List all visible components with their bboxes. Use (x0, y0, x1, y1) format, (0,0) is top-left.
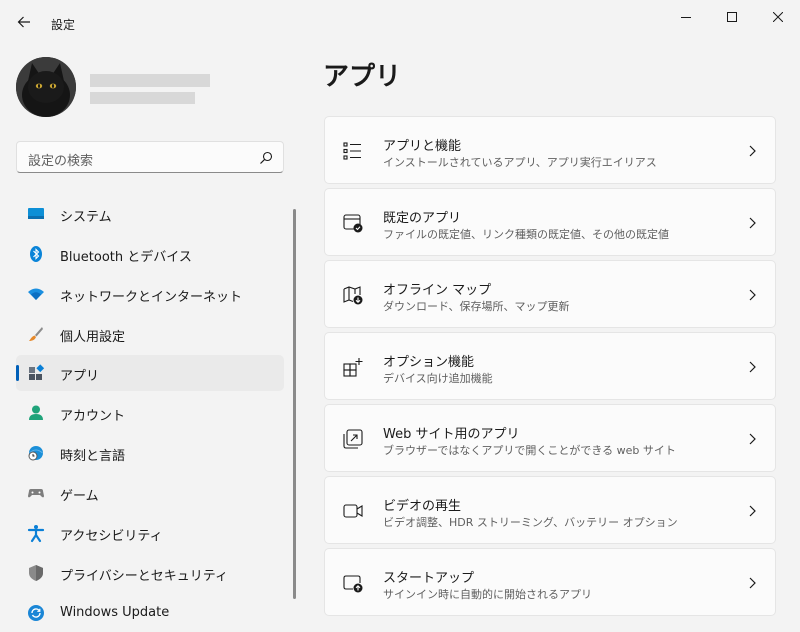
card-default-apps[interactable]: 既定のアプリ ファイルの既定値、リンク種類の既定値、その他の既定値 (324, 188, 776, 256)
sidebar-item-label: 個人用設定 (60, 330, 126, 345)
bluetooth-icon (30, 246, 42, 262)
time-language-icon (28, 446, 43, 461)
card-web-apps[interactable]: Web サイト用のアプリ ブラウザーではなくアプリで開くことができる web サ… (324, 404, 776, 472)
system-icon (28, 208, 44, 219)
selection-indicator (16, 365, 19, 381)
card-startup[interactable]: スタートアップ サインイン時に自動的に開始されるアプリ (324, 548, 776, 616)
gamepad-icon (28, 489, 44, 498)
apps-list-icon (343, 142, 361, 160)
card-title: オフライン マップ (383, 283, 492, 298)
sidebar-item-system[interactable]: システム (16, 196, 284, 232)
sidebar-item-label: 時刻と言語 (60, 449, 126, 464)
card-title: スタートアップ (383, 571, 475, 586)
web-apps-icon (343, 429, 363, 449)
sidebar-item-gaming[interactable]: ゲーム (16, 475, 284, 511)
card-subtitle: ビデオ調整、HDR ストリーミング、バッテリー オプション (383, 516, 678, 529)
sidebar-item-label: システム (60, 210, 112, 225)
sidebar-item-accounts[interactable]: アカウント (16, 395, 284, 431)
card-subtitle: インストールされているアプリ、アプリ実行エイリアス (383, 156, 657, 169)
page-title: アプリ (323, 62, 402, 92)
sidebar-item-accessibility[interactable]: アクセシビリティ (16, 515, 284, 551)
card-title: Web サイト用のアプリ (383, 427, 520, 442)
sidebar-item-privacy[interactable]: プライバシーとセキュリティ (16, 555, 284, 591)
profile-name-redacted (90, 74, 210, 87)
sidebar-item-label: アカウント (60, 409, 126, 424)
sidebar-item-windows-update[interactable]: Windows Update (16, 595, 284, 631)
chevron-right-icon (749, 361, 756, 373)
sidebar-item-label: ネットワークとインターネット (60, 290, 243, 305)
minimize-icon (681, 17, 691, 18)
card-subtitle: ファイルの既定値、リンク種類の既定値、その他の既定値 (383, 228, 669, 241)
search-box[interactable]: 設定の検索 (16, 141, 284, 173)
sidebar-item-label: ゲーム (60, 489, 99, 504)
search-input[interactable]: 設定の検索 (28, 150, 93, 169)
windows-update-icon (28, 605, 44, 621)
card-title: 既定のアプリ (383, 211, 462, 226)
maximize-icon (727, 12, 737, 22)
close-button[interactable] (755, 2, 800, 32)
chevron-right-icon (749, 217, 756, 229)
card-subtitle: サインイン時に自動的に開始されるアプリ (383, 588, 592, 601)
sidebar-item-personalization[interactable]: 個人用設定 (16, 316, 284, 352)
sidebar-item-time-language[interactable]: 時刻と言語 (16, 435, 284, 471)
chevron-right-icon (749, 433, 756, 445)
back-button[interactable] (10, 8, 38, 36)
card-title: アプリと機能 (383, 139, 462, 154)
apps-icon (29, 364, 45, 380)
app-title: 設定 (51, 18, 76, 32)
card-optional-features[interactable]: オプション機能 デバイス向け追加機能 (324, 332, 776, 400)
chevron-right-icon (749, 289, 756, 301)
sidebar-item-label: Windows Update (60, 605, 170, 620)
card-subtitle: ブラウザーではなくアプリで開くことができる web サイト (383, 444, 676, 457)
default-apps-icon (343, 214, 363, 233)
back-arrow-icon (17, 16, 30, 28)
startup-icon (343, 575, 363, 593)
wifi-icon (28, 288, 44, 300)
sidebar-item-network[interactable]: ネットワークとインターネット (16, 276, 284, 312)
card-video-playback[interactable]: ビデオの再生 ビデオ調整、HDR ストリーミング、バッテリー オプション (324, 476, 776, 544)
sidebar-item-bluetooth[interactable]: Bluetooth とデバイス (16, 236, 284, 272)
maximize-button[interactable] (709, 2, 755, 32)
brush-icon (29, 327, 43, 341)
shield-icon (29, 565, 43, 581)
card-apps-features[interactable]: アプリと機能 インストールされているアプリ、アプリ実行エイリアス (324, 116, 776, 184)
sidebar-item-label: プライバシーとセキュリティ (60, 569, 228, 584)
sidebar-scrollbar[interactable] (293, 209, 296, 599)
chevron-right-icon (749, 577, 756, 589)
chevron-right-icon (749, 505, 756, 517)
card-subtitle: デバイス向け追加機能 (383, 372, 493, 385)
card-title: オプション機能 (383, 355, 475, 370)
sidebar-item-label: Bluetooth とデバイス (60, 250, 192, 265)
search-icon[interactable] (259, 151, 273, 165)
chevron-right-icon (749, 145, 756, 157)
sidebar-item-apps[interactable]: アプリ (16, 355, 284, 391)
sidebar-item-label: アクセシビリティ (60, 529, 163, 544)
card-title: ビデオの再生 (383, 499, 462, 514)
close-icon (773, 12, 783, 22)
title-bar: 設定 (0, 0, 800, 40)
profile-email-redacted (90, 92, 195, 104)
sidebar-item-label: アプリ (60, 369, 100, 384)
minimize-button[interactable] (663, 2, 709, 32)
account-icon (29, 405, 43, 420)
offline-map-icon (343, 286, 363, 305)
card-subtitle: ダウンロード、保存場所、マップ更新 (383, 300, 570, 313)
cat-avatar-image (16, 57, 76, 117)
optional-features-icon (343, 358, 363, 377)
video-icon (343, 504, 363, 518)
avatar[interactable] (16, 57, 76, 117)
card-offline-maps[interactable]: オフライン マップ ダウンロード、保存場所、マップ更新 (324, 260, 776, 328)
accessibility-icon (27, 525, 45, 543)
